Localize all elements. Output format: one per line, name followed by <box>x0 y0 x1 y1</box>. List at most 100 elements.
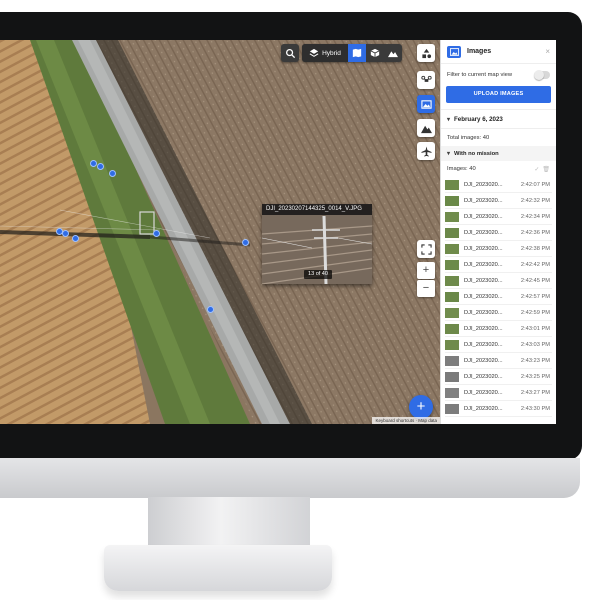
image-list-item[interactable]: DJI_2023020... 2:42:38 PM <box>445 241 552 257</box>
image-list-item[interactable]: DJI_2023020... 2:42:36 PM <box>445 225 552 241</box>
mission-group-header[interactable]: ▾ With no mission <box>441 146 556 161</box>
image-preview-filename: DJI_20230207144325_0014_V.JPG <box>262 204 372 215</box>
elevation-tool-button[interactable] <box>417 119 435 137</box>
image-list-item[interactable]: DJI_2023020... 2:43:30 PM <box>445 401 552 417</box>
image-marker[interactable] <box>97 163 104 170</box>
image-time: 2:42:07 PM <box>520 181 550 188</box>
2d-map-toggle[interactable] <box>348 44 366 62</box>
image-time: 2:43:01 PM <box>520 325 550 332</box>
image-time: 2:43:03 PM <box>520 341 550 348</box>
image-thumbnail <box>445 323 459 334</box>
image-time: 2:43:23 PM <box>520 357 550 364</box>
image-time: 2:42:36 PM <box>520 229 550 236</box>
check-icon[interactable]: ✓ <box>534 166 539 173</box>
map-style-toolbar: Hybrid <box>302 44 402 62</box>
map-view[interactable]: DJI_20230207144325_0014_V.JPG 13 of 40 H… <box>0 40 440 424</box>
chevron-down-icon: ▾ <box>447 151 451 157</box>
drone-tool-button[interactable] <box>417 71 435 89</box>
image-list-item[interactable]: DJI_2023020... 2:42:59 PM <box>445 305 552 321</box>
image-list-item[interactable]: DJI_2023020... 2:43:01 PM <box>445 321 552 337</box>
image-list-item[interactable]: DJI_2023020... 2:42:34 PM <box>445 209 552 225</box>
image-list-item[interactable]: DJI_2023020... 2:43:25 PM <box>445 369 552 385</box>
zoom-out-button[interactable]: − <box>417 280 435 297</box>
plane-icon <box>420 145 432 157</box>
image-filename: DJI_2023020... <box>464 213 503 220</box>
date-group-header[interactable]: ▾ February 6, 2023 <box>441 109 556 129</box>
3d-view-toggle[interactable] <box>366 44 384 62</box>
images-icon <box>420 99 432 109</box>
image-thumbnail <box>445 227 459 238</box>
image-thumbnail <box>445 243 459 254</box>
app-screen: DJI_20230207144325_0014_V.JPG 13 of 40 H… <box>0 40 556 424</box>
image-list-item[interactable]: DJI_2023020... 2:43:23 PM <box>445 353 552 369</box>
image-thumbnail <box>445 195 459 206</box>
image-marker[interactable] <box>109 170 116 177</box>
zoom-in-button[interactable]: + <box>417 262 435 279</box>
image-marker[interactable] <box>90 160 97 167</box>
image-time: 2:42:32 PM <box>520 197 550 204</box>
mountain-icon <box>420 125 432 133</box>
add-fab-button[interactable]: + <box>409 395 433 419</box>
images-panel: Images × Filter to current map view UPLO… <box>440 40 556 424</box>
image-thumbnail <box>445 339 459 350</box>
image-thumbnail <box>445 387 459 398</box>
images-tool-button[interactable] <box>417 95 435 113</box>
image-filename: DJI_2023020... <box>464 373 503 380</box>
terrain-toggle[interactable] <box>384 44 402 62</box>
image-marker[interactable] <box>242 239 249 246</box>
image-preview-popup[interactable]: DJI_20230207144325_0014_V.JPG 13 of 40 <box>262 204 372 284</box>
panel-title: Images <box>467 48 492 55</box>
image-time: 2:42:34 PM <box>520 213 550 220</box>
image-time: 2:42:57 PM <box>520 293 550 300</box>
image-thumbnail <box>445 371 459 382</box>
image-time: 2:43:25 PM <box>520 373 550 380</box>
image-time: 2:42:45 PM <box>520 277 550 284</box>
image-marker[interactable] <box>72 235 79 242</box>
image-thumbnail <box>445 179 459 190</box>
shapes-icon <box>421 48 431 58</box>
image-list-item[interactable]: DJI_2023020... 2:42:07 PM <box>445 177 552 193</box>
image-preview-counter: 13 of 40 <box>304 270 332 279</box>
image-time: 2:43:30 PM <box>520 405 550 412</box>
image-time: 2:42:59 PM <box>520 309 550 316</box>
image-time: 2:42:38 PM <box>520 245 550 252</box>
map-search-button[interactable] <box>281 44 299 62</box>
images-panel-icon <box>447 45 461 58</box>
close-icon[interactable]: × <box>545 47 550 56</box>
image-marker[interactable] <box>207 306 214 313</box>
filter-map-view-toggle[interactable] <box>534 70 550 80</box>
images-icon <box>449 47 459 56</box>
image-thumbnail <box>445 403 459 414</box>
image-list-item[interactable]: DJI_2023020... 2:42:32 PM <box>445 193 552 209</box>
search-icon <box>285 48 295 58</box>
image-list-item[interactable]: DJI_2023020... 2:43:03 PM <box>445 337 552 353</box>
monitor-stand-base <box>104 545 332 591</box>
layer-select-label: Hybrid <box>322 49 341 57</box>
layer-select-button[interactable]: Hybrid <box>302 44 348 62</box>
fullscreen-button[interactable] <box>417 240 435 258</box>
upload-images-button[interactable]: UPLOAD IMAGES <box>446 86 551 103</box>
image-list-item[interactable]: DJI_2023020... 2:42:42 PM <box>445 257 552 273</box>
image-marker[interactable] <box>153 230 160 237</box>
filter-map-view-row: Filter to current map view <box>441 64 556 86</box>
date-group-label: February 6, 2023 <box>454 115 503 123</box>
image-list-item[interactable]: DJI_2023020... 2:42:57 PM <box>445 289 552 305</box>
image-thumbnail <box>445 211 459 222</box>
layers-tool-button[interactable] <box>417 44 435 62</box>
map-attribution[interactable]: Keyboard shortcuts · Map data <box>372 417 440 424</box>
image-marker[interactable] <box>62 230 69 237</box>
layers-icon <box>309 48 319 57</box>
chevron-down-icon: ▾ <box>447 116 451 123</box>
image-time: 2:42:42 PM <box>520 261 550 268</box>
image-time: 2:43:27 PM <box>520 389 550 396</box>
panel-header: Images × <box>441 40 556 64</box>
trash-icon[interactable]: 🗑 <box>542 166 550 173</box>
image-filename: DJI_2023020... <box>464 229 503 236</box>
image-list-item[interactable]: DJI_2023020... 2:42:45 PM <box>445 273 552 289</box>
flight-tool-button[interactable] <box>417 142 435 160</box>
image-list-item[interactable]: DJI_2023020... 2:43:27 PM <box>445 385 552 401</box>
monitor-stand-neck <box>148 497 310 547</box>
image-thumbnail <box>445 291 459 302</box>
image-filename: DJI_2023020... <box>464 277 503 284</box>
image-filename: DJI_2023020... <box>464 405 503 412</box>
